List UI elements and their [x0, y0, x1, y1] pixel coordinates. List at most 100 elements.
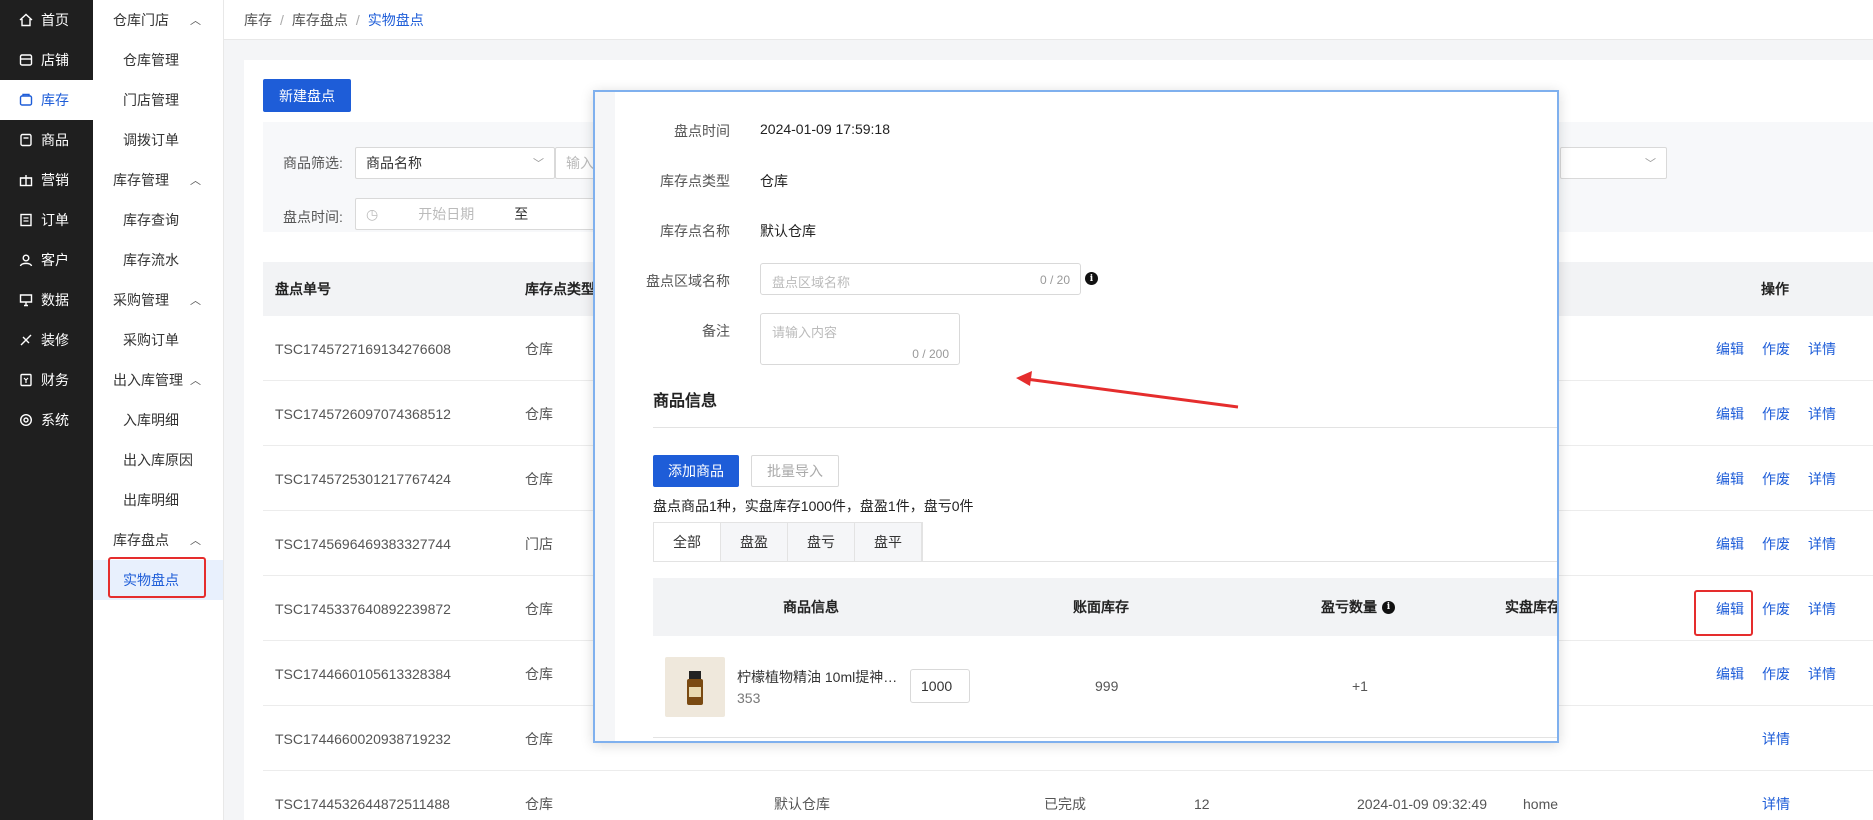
detail-link[interactable]: 详情: [1762, 771, 1790, 820]
data-icon: [18, 292, 34, 308]
breadcrumb-current: 实物盘点: [367, 11, 424, 28]
location-type-label: 库存点类型: [660, 173, 730, 189]
nav-marketing[interactable]: 营销: [0, 160, 93, 200]
nav-finance[interactable]: 财务: [0, 360, 93, 400]
nav-home[interactable]: 首页: [0, 0, 93, 40]
home-icon: [18, 12, 34, 28]
nav-group-stock-manage[interactable]: 库存管理 ︿: [93, 160, 223, 200]
tab-balanced[interactable]: 盘平: [855, 523, 922, 561]
nav-item-store-manage[interactable]: 门店管理: [93, 80, 223, 120]
goods-filter-select[interactable]: 商品名称 ﹀: [355, 147, 555, 179]
detail-link[interactable]: 详情: [1808, 381, 1836, 446]
clock-icon: ◷: [366, 205, 379, 222]
col-book-stock: 账面库存: [1073, 599, 1129, 615]
goods-filter-label: 商品筛选:: [283, 155, 343, 171]
time-label: 盘点时间: [674, 123, 730, 139]
edit-link[interactable]: 编辑: [1716, 316, 1744, 381]
breadcrumb-item[interactable]: 库存盘点: [292, 10, 348, 30]
info-icon: i: [1085, 272, 1098, 285]
detail-link[interactable]: 详情: [1762, 706, 1790, 771]
add-goods-button[interactable]: 添加商品: [653, 455, 739, 487]
nav-group-stocktake[interactable]: 库存盘点 ︿: [93, 520, 223, 560]
detail-link[interactable]: 详情: [1808, 316, 1836, 381]
diff-qty-value: +1: [1352, 678, 1368, 694]
time-filter-label: 盘点时间:: [283, 209, 343, 225]
nav-item-outbound-detail[interactable]: 出库明细: [93, 480, 223, 520]
nav-item-inbound-detail[interactable]: 入库明细: [93, 400, 223, 440]
area-name-input[interactable]: 盘点区域名称 0 / 20: [760, 263, 1081, 295]
store-icon: [18, 52, 34, 68]
inventory-icon: [18, 92, 34, 108]
status-filter-select[interactable]: ﹀: [1560, 147, 1667, 179]
nav-inventory[interactable]: 库存: [0, 80, 93, 120]
void-link[interactable]: 作废: [1762, 641, 1790, 706]
nav-item-purchase-order[interactable]: 采购订单: [93, 320, 223, 360]
void-link[interactable]: 作废: [1762, 316, 1790, 381]
product-code: 353: [737, 690, 761, 706]
tab-all[interactable]: 全部: [654, 523, 721, 561]
breadcrumb-item[interactable]: 库存: [244, 10, 272, 30]
location-name-label: 库存点名称: [660, 223, 730, 239]
goods-table-header: 商品信息 账面库存 盈亏数量 i 实盘库存: [653, 578, 1559, 636]
divider: [653, 561, 1557, 562]
finance-icon: [18, 372, 34, 388]
detail-link[interactable]: 详情: [1808, 576, 1836, 641]
location-name-value: 默认仓库: [760, 223, 816, 239]
edit-link[interactable]: 编辑: [1716, 446, 1744, 511]
nav-data[interactable]: 数据: [0, 280, 93, 320]
nav-item-warehouse-manage[interactable]: 仓库管理: [93, 40, 223, 80]
info-icon: i: [1382, 600, 1395, 614]
highlight-box: [1694, 590, 1753, 636]
nav-system[interactable]: 系统: [0, 400, 93, 440]
tab-surplus[interactable]: 盘盈: [721, 523, 788, 561]
nav-goods[interactable]: 商品: [0, 120, 93, 160]
void-link[interactable]: 作废: [1762, 576, 1790, 641]
nav-customer[interactable]: 客户: [0, 240, 93, 280]
col-actual-stock: 实盘库存: [1505, 599, 1559, 615]
chevron-up-icon: ︿: [190, 175, 201, 187]
nav-store[interactable]: 店铺: [0, 40, 93, 80]
col-diff-qty: 盈亏数量 i: [1321, 578, 1395, 636]
edit-link[interactable]: 编辑: [1716, 381, 1744, 446]
col-location-type: 库存点类型: [525, 281, 595, 297]
detail-link[interactable]: 详情: [1808, 446, 1836, 511]
void-link[interactable]: 作废: [1762, 381, 1790, 446]
date-range-picker[interactable]: ◷ 开始日期 至: [355, 198, 605, 230]
edit-link[interactable]: 编辑: [1716, 641, 1744, 706]
nav-group-inout[interactable]: 出入库管理 ︿: [93, 360, 223, 400]
detail-link[interactable]: 详情: [1808, 641, 1836, 706]
remark-textarea[interactable]: 请输入内容 0 / 200: [760, 313, 960, 365]
nav-group-warehouse-store[interactable]: 仓库门店 ︿: [93, 0, 223, 40]
tab-loss[interactable]: 盘亏: [788, 523, 855, 561]
chevron-down-icon: ﹀: [1645, 158, 1656, 170]
actual-stock-input[interactable]: 1000: [910, 669, 970, 703]
result-tabs: 全部 盘盈 盘亏 盘平: [653, 522, 923, 562]
nav-item-inout-reason[interactable]: 出入库原因: [93, 440, 223, 480]
gift-icon: [18, 172, 34, 188]
product-image: [665, 657, 725, 717]
time-value: 2024-01-09 17:59:18: [760, 121, 890, 137]
product-name[interactable]: 柠檬植物精油 10ml提神…: [737, 667, 897, 687]
nav-item-transfer-order[interactable]: 调拨订单: [93, 120, 223, 160]
nav-item-stock-query[interactable]: 库存查询: [93, 200, 223, 240]
order-icon: [18, 212, 34, 228]
nav-item-stock-flow[interactable]: 库存流水: [93, 240, 223, 280]
secondary-sidebar: 仓库门店 ︿ 仓库管理 门店管理 调拨订单 库存管理 ︿ 库存查询 库存流水 采购管…: [93, 0, 224, 820]
col-goods-info: 商品信息: [783, 599, 839, 615]
dialog-scroll-gutter: [595, 92, 615, 741]
void-link[interactable]: 作废: [1762, 446, 1790, 511]
chevron-up-icon: ︿: [190, 15, 201, 27]
chevron-down-icon: ﹀: [533, 158, 544, 170]
book-stock-value: 999: [1095, 678, 1119, 694]
void-link[interactable]: 作废: [1762, 511, 1790, 576]
new-stocktake-button[interactable]: 新建盘点: [263, 79, 351, 112]
customer-icon: [18, 252, 34, 268]
detail-link[interactable]: 详情: [1808, 511, 1836, 576]
remark-label: 备注: [702, 323, 730, 339]
nav-decorate[interactable]: 装修: [0, 320, 93, 360]
edit-link[interactable]: 编辑: [1716, 511, 1744, 576]
chevron-up-icon: ︿: [190, 295, 201, 307]
batch-import-button[interactable]: 批量导入: [751, 455, 839, 487]
nav-group-purchase[interactable]: 采购管理 ︿: [93, 280, 223, 320]
nav-order[interactable]: 订单: [0, 200, 93, 240]
